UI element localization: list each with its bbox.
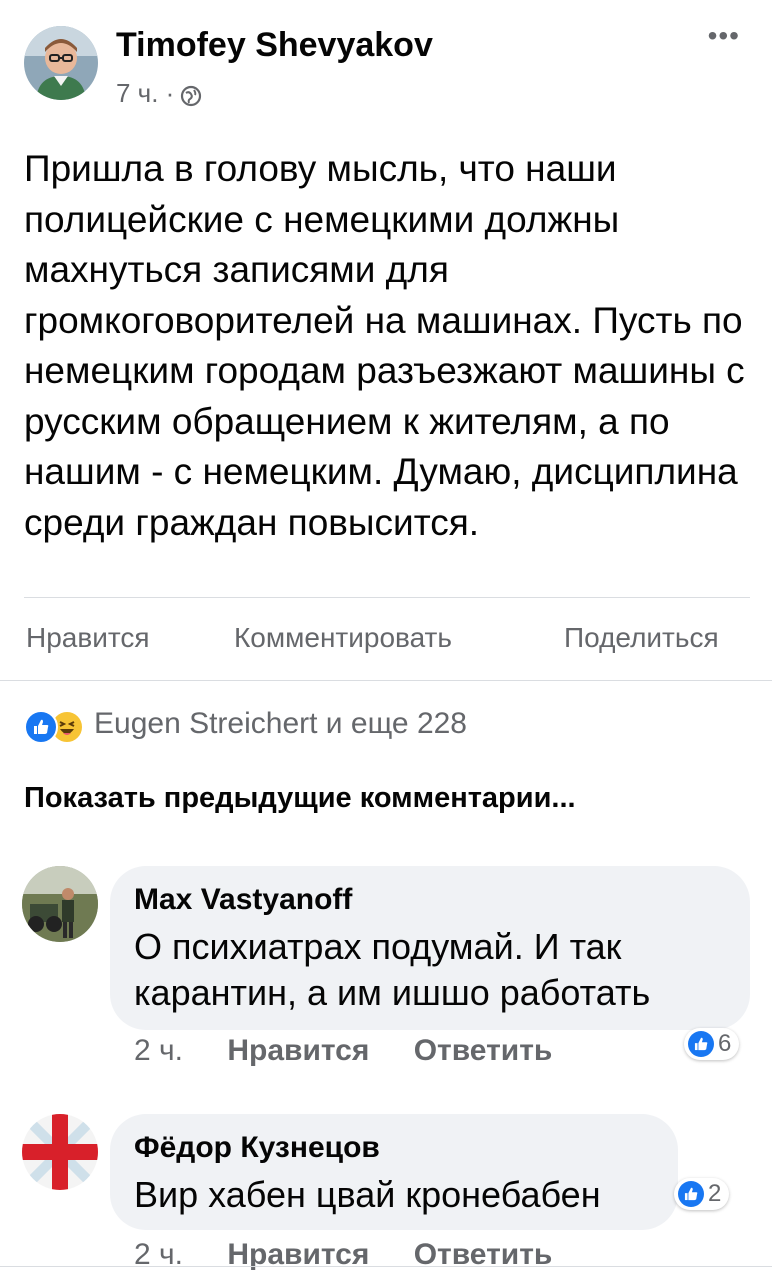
reactions-text[interactable]: Eugen Streichert и еще 228 — [94, 707, 467, 741]
comment-reply-button[interactable]: Ответить — [414, 1034, 553, 1068]
more-dots-icon: ••• — [707, 20, 740, 51]
comment: Max Vastyanoff О психиатрах подумай. И т… — [22, 866, 752, 1076]
comment-bubble: Max Vastyanoff О психиатрах подумай. И т… — [110, 866, 750, 1030]
post-meta: 7 ч. · — [116, 78, 202, 109]
comment-author[interactable]: Фёдор Кузнецов — [134, 1128, 652, 1168]
comment-time[interactable]: 2 ч. — [134, 1034, 183, 1068]
comment-reaction-count: 2 — [708, 1180, 722, 1207]
comment-like-button[interactable]: Нравится — [227, 1034, 369, 1068]
comment-bubble: Фёдор Кузнецов Вир хабен цвай кронебабен — [110, 1114, 678, 1230]
share-button[interactable]: Поделиться — [564, 622, 719, 654]
comment-text: Вир хабен цвай кронебабен — [134, 1174, 601, 1215]
like-button[interactable]: Нравится — [26, 622, 150, 654]
divider — [0, 1266, 772, 1267]
comment-author[interactable]: Max Vastyanoff — [134, 880, 724, 920]
like-icon — [24, 710, 58, 744]
comment-reaction-badge[interactable]: 6 — [684, 1028, 740, 1060]
post-actions: Нравится Комментировать Поделиться — [24, 618, 750, 662]
post-time[interactable]: 7 ч. · — [116, 78, 174, 109]
reactions-summary[interactable]: Eugen Streichert и еще 228 — [24, 702, 467, 746]
comment-text: О психиатрах подумай. И так карантин, а … — [134, 926, 651, 1013]
more-options-button[interactable]: ••• — [708, 22, 740, 50]
like-icon — [688, 1031, 714, 1057]
divider — [24, 597, 750, 598]
post-text: Пришла в голову мысль, что наши полицейс… — [24, 148, 745, 543]
post-header: Timofey Shevyakov 7 ч. · ••• — [24, 22, 748, 108]
commenter-avatar[interactable] — [22, 1114, 98, 1190]
comment-button[interactable]: Комментировать — [234, 622, 452, 654]
post-author-name[interactable]: Timofey Shevyakov — [116, 26, 433, 65]
comment: Фёдор Кузнецов Вир хабен цвай кронебабен… — [22, 1114, 752, 1280]
divider — [0, 680, 772, 681]
like-icon — [678, 1181, 704, 1207]
author-avatar[interactable] — [24, 26, 98, 100]
show-previous-comments-link[interactable]: Показать предыдущие комментарии... — [24, 782, 576, 815]
comment-reaction-count: 6 — [718, 1030, 732, 1057]
reaction-icons — [24, 706, 88, 744]
globe-icon — [180, 83, 202, 106]
commenter-avatar[interactable] — [22, 866, 98, 942]
comment-actions: 2 ч. Нравится Ответить — [134, 1034, 588, 1068]
comment-reaction-badge[interactable]: 2 — [674, 1178, 730, 1210]
